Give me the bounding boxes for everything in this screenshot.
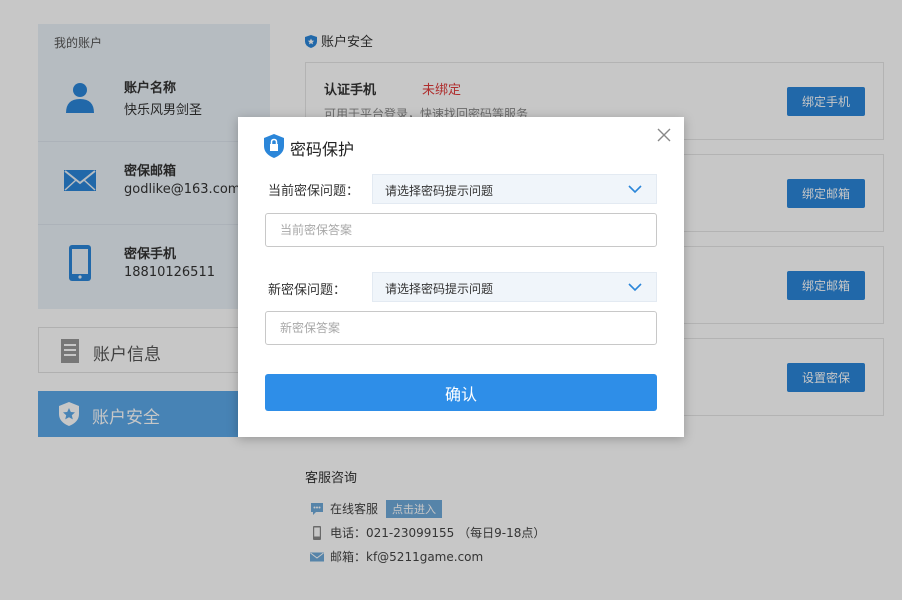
new-answer-input[interactable] bbox=[265, 311, 657, 345]
chevron-down-icon bbox=[628, 185, 642, 194]
current-question-select[interactable]: 请选择密码提示问题 bbox=[372, 174, 657, 204]
close-icon[interactable] bbox=[657, 128, 671, 142]
chevron-down-icon bbox=[628, 283, 642, 292]
dialog-title: 密码保护 bbox=[290, 140, 355, 159]
new-question-select[interactable]: 请选择密码提示问题 bbox=[372, 272, 657, 302]
current-question-value: 请选择密码提示问题 bbox=[385, 184, 494, 198]
shield-lock-icon bbox=[264, 134, 284, 158]
current-answer-input[interactable] bbox=[265, 213, 657, 247]
new-question-label: 新密保问题： bbox=[268, 283, 347, 298]
page: 我的账户 账户名称 快乐风男剑圣 密保邮箱 godlike@163.com 密保… bbox=[0, 0, 902, 600]
new-question-value: 请选择密码提示问题 bbox=[385, 282, 494, 296]
confirm-button[interactable]: 确认 bbox=[265, 374, 657, 411]
current-question-label: 当前密保问题： bbox=[268, 184, 360, 199]
password-protection-dialog: 密码保护 当前密保问题： 请选择密码提示问题 新密保问题： 请选择密码提示问题 … bbox=[238, 117, 684, 437]
